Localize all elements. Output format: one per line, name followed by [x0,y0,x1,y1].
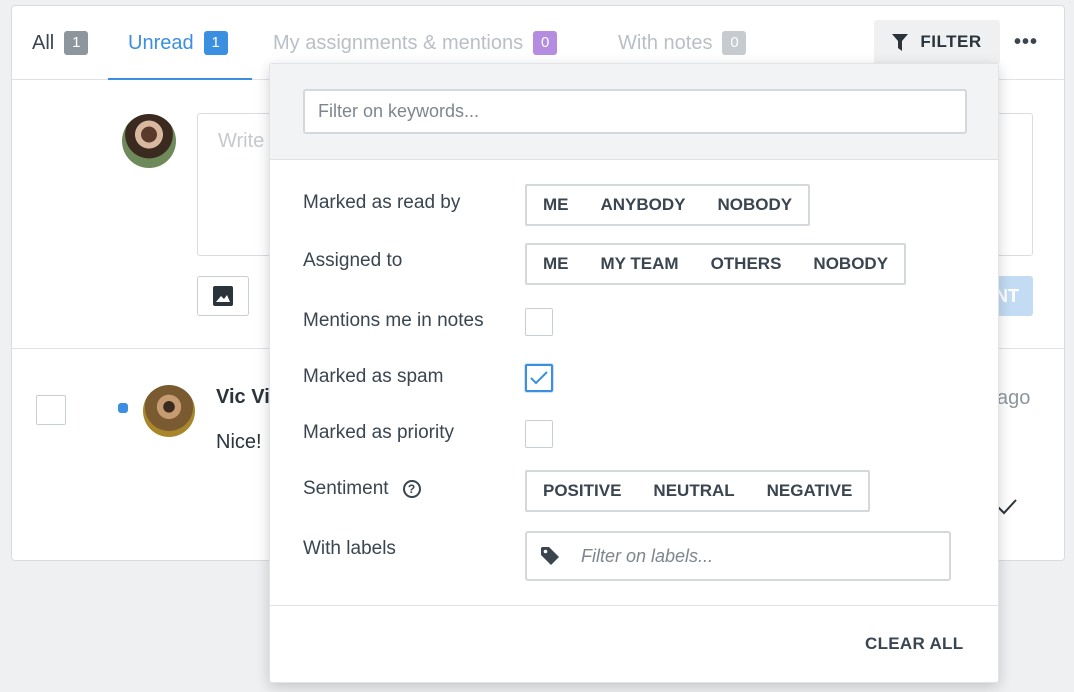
filter-search-area [270,64,998,160]
checkmark-icon [997,499,1017,515]
tab-all[interactable]: All 1 [32,6,89,80]
assigned-to-label: Assigned to [303,250,403,271]
read-by-me[interactable]: ME [527,186,585,224]
sentiment-positive[interactable]: POSITIVE [527,472,637,510]
tab-my-assignments-count: 0 [533,31,558,55]
checkmark-icon [530,371,548,385]
dropdown-footer-divider [270,605,998,606]
composer-placeholder: Write [218,130,265,152]
labels-filter-input[interactable] [581,545,921,567]
sentiment-label-text: Sentiment [303,478,389,499]
insert-image-button[interactable] [197,276,249,316]
sentiment-neutral[interactable]: NEUTRAL [637,472,750,510]
labels-label: With labels [303,538,396,559]
more-options-button[interactable]: ••• [1012,28,1040,56]
filter-button-label: FILTER [920,32,982,51]
assigned-nobody[interactable]: NOBODY [797,245,904,283]
keyword-filter-input[interactable] [303,89,967,134]
filter-dropdown: Marked as read by ME ANYBODY NOBODY Assi… [269,63,999,683]
tab-my-assignments-label: My assignments & mentions [273,31,524,54]
help-icon[interactable]: ? [402,480,421,498]
assigned-my-team[interactable]: MY TEAM [585,245,695,283]
mentions-label: Mentions me in notes [303,310,484,331]
mentions-checkbox[interactable] [525,308,553,336]
tab-unread-label: Unread [128,31,194,54]
tab-with-notes-count: 0 [722,31,747,55]
assigned-others[interactable]: OTHERS [695,245,798,283]
tag-icon [541,547,559,565]
sentiment-label: Sentiment? [303,478,421,500]
priority-label: Marked as priority [303,422,454,443]
unread-indicator [118,403,128,413]
tab-all-label: All [32,31,55,54]
tab-unread[interactable]: Unread 1 [128,6,228,80]
spam-checkbox[interactable] [525,364,553,392]
active-tab-indicator [108,78,252,80]
image-icon [213,286,233,306]
message-sender: Vic Vi [216,386,270,408]
read-by-anybody[interactable]: ANYBODY [585,186,702,224]
message-time: ago [997,387,1031,409]
ellipsis-icon: ••• [1013,30,1038,53]
current-user-avatar [122,114,176,168]
spam-label: Marked as spam [303,366,444,387]
clear-all-button[interactable]: CLEAR ALL [865,634,963,654]
filter-button[interactable]: FILTER [874,20,1000,64]
mark-done-button[interactable] [996,498,1018,521]
labels-filter-field[interactable] [525,531,951,581]
read-by-nobody[interactable]: NOBODY [702,186,809,224]
tab-unread-count: 1 [203,31,228,55]
priority-checkbox[interactable] [525,420,553,448]
sentiment-segmented: POSITIVE NEUTRAL NEGATIVE [525,470,871,512]
sender-avatar [143,385,195,437]
read-by-label: Marked as read by [303,192,461,213]
funnel-icon [892,33,909,51]
tab-with-notes-label: With notes [618,31,713,54]
read-by-segmented: ME ANYBODY NOBODY [525,184,811,226]
message-select-checkbox[interactable] [36,395,66,425]
assigned-me[interactable]: ME [527,245,585,283]
message-preview: Nice! [216,431,262,453]
sentiment-negative[interactable]: NEGATIVE [751,472,869,510]
tab-all-count: 1 [64,31,89,55]
assigned-to-segmented: ME MY TEAM OTHERS NOBODY [525,243,907,285]
